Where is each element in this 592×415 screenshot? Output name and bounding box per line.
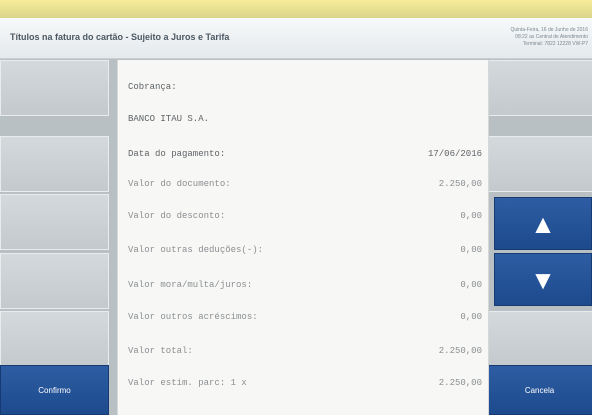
left-option-button-4[interactable] <box>0 253 109 309</box>
confirm-button-label: Confirmo <box>38 385 71 395</box>
payee-name: BANCO ITAU S.A. <box>128 114 210 124</box>
row-label-discount: Valor do desconto: <box>128 211 226 221</box>
row-label-total: Valor total: <box>128 346 193 356</box>
triangle-down-icon: ▼ <box>530 264 556 295</box>
row-value-document-value: 2.250,00 <box>438 179 482 189</box>
page-title: Títulos na fatura do cartão - Sujeito a … <box>10 32 230 42</box>
row-value-estimated-installment: 2.250,00 <box>438 378 482 388</box>
left-option-button-5[interactable] <box>0 311 109 367</box>
meta-line-time: 08:22 as Central de Atendimento <box>515 34 588 40</box>
cancel-button[interactable]: Cancela <box>485 365 592 415</box>
row-value-other-additions: 0,00 <box>460 312 482 322</box>
right-option-button-2[interactable] <box>485 136 592 192</box>
receipt-heading: Cobrança: <box>128 82 177 92</box>
title-bar: Títulos na fatura do cartão - Sujeito a … <box>0 18 592 59</box>
row-label-estimated-installment: Valor estim. parc: 1 x <box>128 378 247 388</box>
row-value-interest-fees: 0,00 <box>460 280 482 290</box>
meta-line-date: Quinta-Feira, 16 de Junho de 2016 <box>510 27 588 33</box>
row-value-payment-date: 17/06/2016 <box>427 149 482 159</box>
row-label-payment-date: Data do pagamento: <box>128 149 226 159</box>
scroll-down-button[interactable]: ▼ <box>494 253 592 306</box>
row-value-total: 2.250,00 <box>438 346 482 356</box>
meta-line-terminal: Terminal: 7822 12228 VW-P7 <box>522 41 588 47</box>
cancel-button-label: Cancela <box>524 385 555 395</box>
left-option-button-2[interactable] <box>0 136 109 192</box>
row-value-other-deductions: 0,00 <box>460 245 482 255</box>
scroll-up-button[interactable]: ▲ <box>494 197 592 250</box>
triangle-up-icon: ▲ <box>530 208 556 239</box>
left-option-button-1[interactable] <box>0 60 109 116</box>
left-option-button-3[interactable] <box>0 194 109 250</box>
row-label-other-additions: Valor outros acréscimos: <box>128 312 258 322</box>
receipt-panel: Cobrança: BANCO ITAU S.A. Data do pagame… <box>117 60 489 415</box>
row-label-other-deductions: Valor outras deduções(-): <box>128 245 264 255</box>
row-label-interest-fees: Valor mora/multa/juros: <box>128 280 253 290</box>
terminal-info: Quinta-Feira, 16 de Junho de 2016 08:22 … <box>510 27 588 48</box>
right-option-button-1[interactable] <box>485 60 592 116</box>
row-value-discount: 0,00 <box>460 211 482 221</box>
top-strip <box>0 0 592 18</box>
row-label-document-value: Valor do documento: <box>128 179 231 189</box>
right-option-button-5[interactable] <box>485 311 592 367</box>
confirm-button[interactable]: Confirmo <box>0 365 109 415</box>
